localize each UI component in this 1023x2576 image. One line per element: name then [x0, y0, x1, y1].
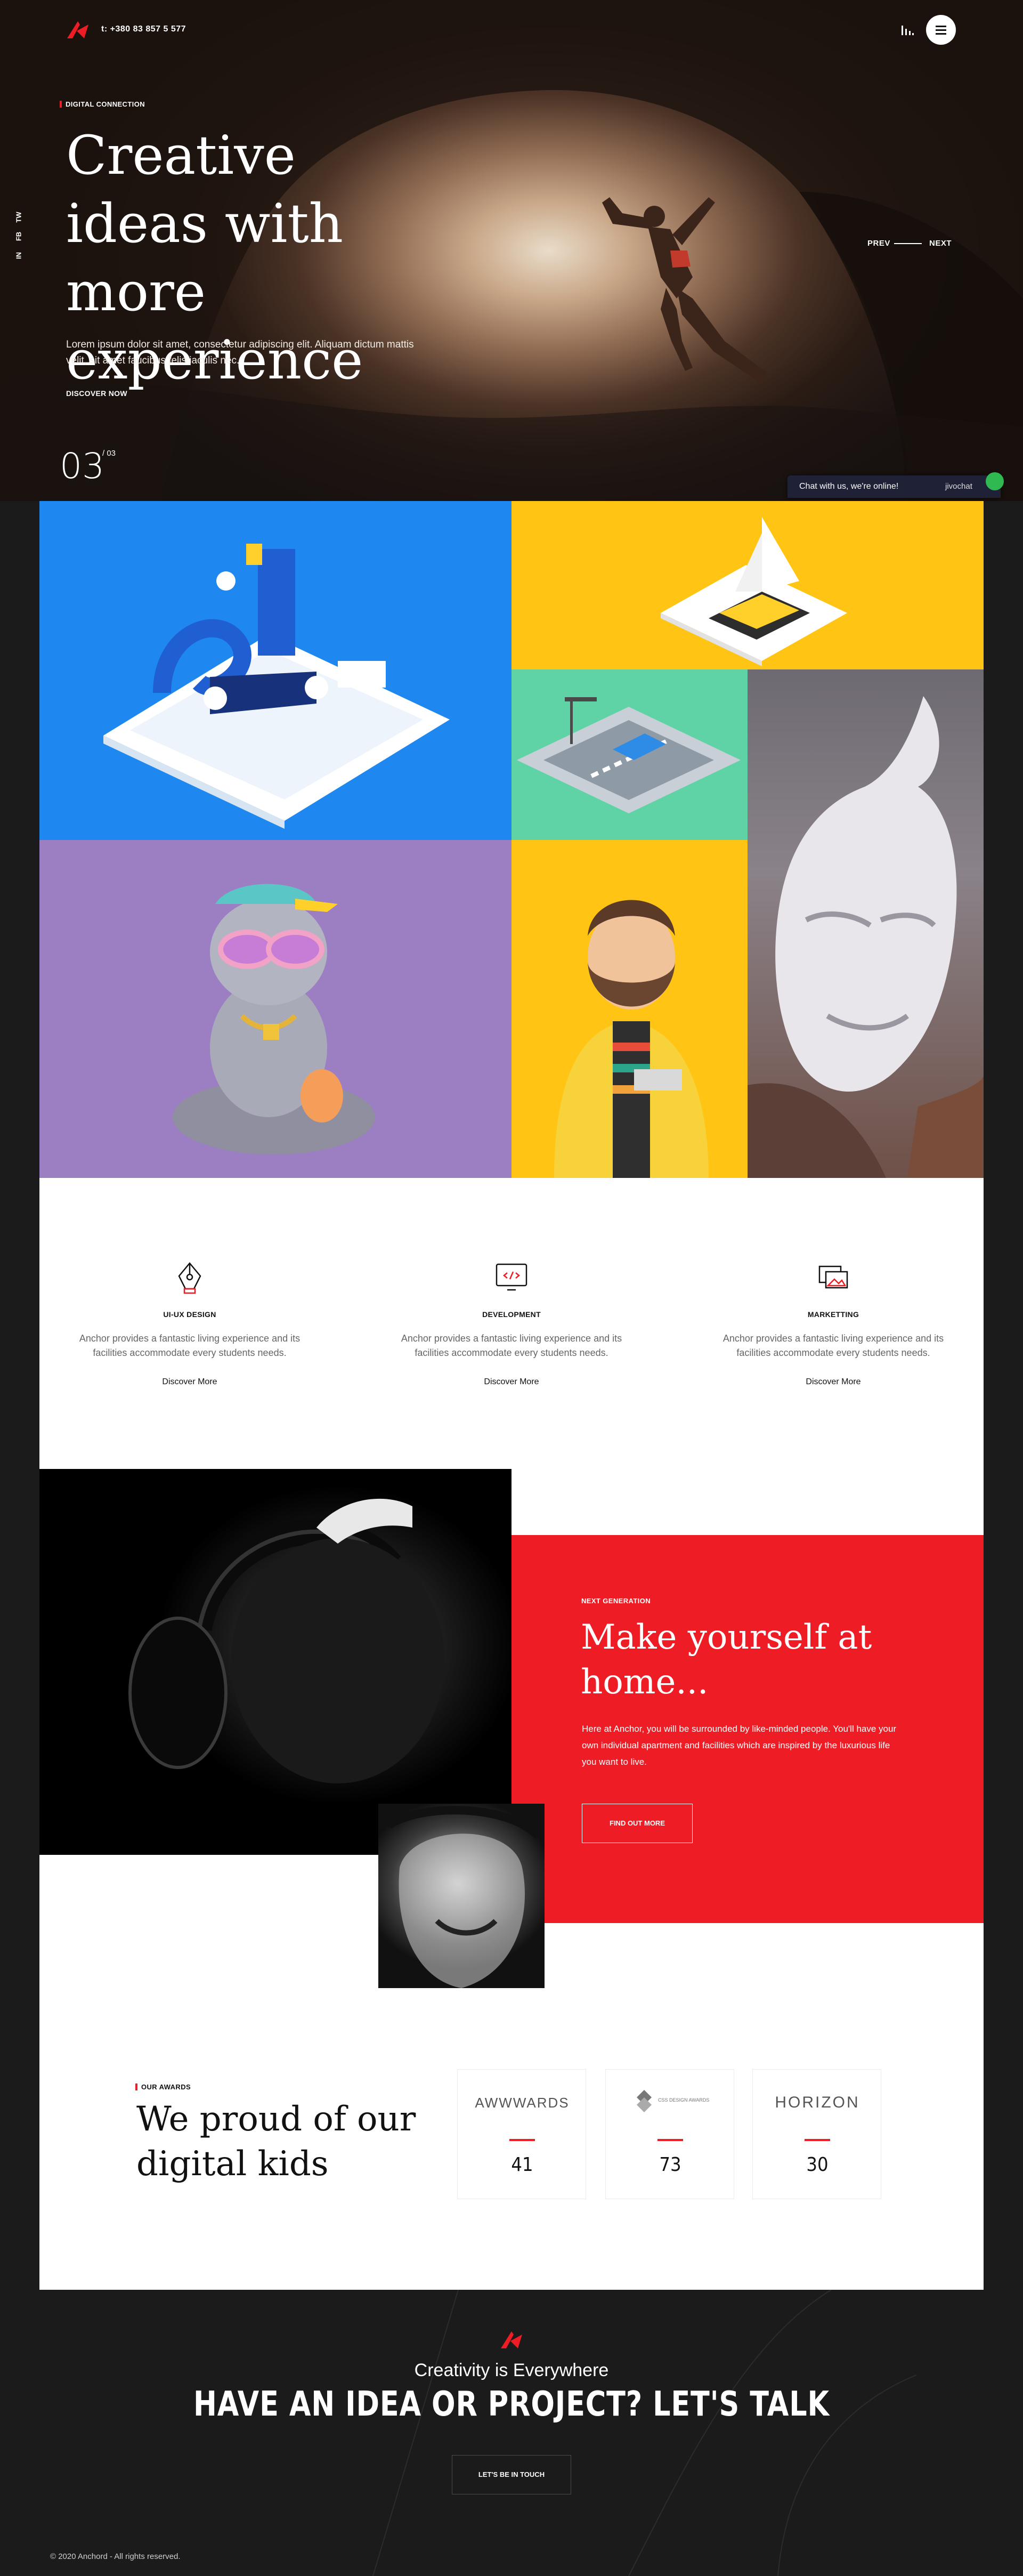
service-title: DEVELOPMENT [482, 1310, 541, 1319]
slide-counter-total: / 03 [102, 449, 116, 458]
next-generation-text: Here at Anchor, you will be surrounded b… [582, 1724, 897, 1767]
slider-next-button[interactable]: NEXT [929, 239, 952, 248]
discover-more-link[interactable]: Discover More [695, 1377, 972, 1387]
hero-eyebrow: DIGITAL CONNECTION [60, 100, 145, 108]
boat-phone-illustration [661, 517, 847, 666]
slider-nav-divider [894, 243, 922, 244]
copyright-text: © 2020 Anchord - All rights reserved. [50, 2552, 181, 2561]
award-divider [509, 2139, 535, 2141]
discover-now-link[interactable]: DISCOVER NOW [66, 389, 127, 398]
car-road-illustration [517, 697, 741, 813]
bearded-man-illustration [554, 900, 709, 1178]
awards-title: We proud of our digital kids [136, 2099, 416, 2184]
hero-section: t: +380 83 857 5 577 TW FB IN DIGITAL CO… [0, 0, 1023, 501]
award-count: 73 [659, 2154, 681, 2176]
girl-with-headphones-photo [378, 1804, 545, 1988]
menu-button[interactable] [926, 15, 956, 45]
award-count: 41 [511, 2154, 533, 2176]
header-phone[interactable]: t: +380 83 857 5 577 [101, 25, 186, 34]
portfolio-item-statue[interactable] [748, 669, 984, 1178]
social-link-in[interactable]: IN [15, 248, 23, 264]
slider-prev-button[interactable]: PREV [867, 239, 890, 248]
service-text: Anchor provides a fantastic living exper… [722, 1333, 944, 1358]
hamburger-icon [936, 26, 946, 27]
portfolio-item-bearded-man[interactable] [512, 840, 748, 1178]
girl-illustration [386, 1806, 541, 1988]
chat-widget[interactable]: Chat with us, we're online! jivochat [787, 472, 1004, 498]
portfolio-item-phone-maze[interactable] [39, 501, 512, 840]
next-generation-title: Make yourself at home... [581, 1618, 872, 1702]
brand-logo[interactable] [66, 19, 90, 41]
service-title: MARKETTING [807, 1310, 859, 1319]
service-title: UI-UX DESIGN [163, 1310, 216, 1319]
award-card-horizon: HORIZON 30 [752, 2069, 881, 2199]
portfolio-item-monkey[interactable] [39, 840, 512, 1178]
hamburger-icon-line [936, 33, 946, 35]
monkey-illustration [173, 884, 375, 1154]
service-text: Anchor provides a fantastic living exper… [401, 1333, 622, 1358]
css-design-awards-logo: CSS DESIGN AWARDS [658, 2097, 710, 2103]
equalizer-icon[interactable] [900, 23, 914, 35]
lets-be-in-touch-button[interactable]: LET'S BE IN TOUCH [452, 2455, 571, 2494]
phone-maze-illustration [103, 544, 450, 829]
service-text: Anchor provides a fantastic living exper… [79, 1333, 301, 1358]
discover-more-link[interactable]: Discover More [373, 1377, 650, 1387]
chat-status-icon [986, 472, 1004, 490]
hamburger-icon-line [936, 29, 946, 31]
footer-subtitle: Creativity is Everywhere [414, 2360, 609, 2380]
award-card-awwwards: AWWWARDS 41 [457, 2069, 586, 2199]
award-divider [805, 2139, 830, 2141]
css-design-awards-icon [637, 2090, 652, 2112]
portfolio-item-boat[interactable] [512, 501, 984, 669]
statue-head-illustration [748, 696, 984, 1178]
portfolio-item-car[interactable] [512, 669, 748, 840]
discover-more-link[interactable]: Discover More [51, 1377, 328, 1387]
chat-widget-text: Chat with us, we're online! [799, 482, 899, 491]
footer-brand-logo [501, 2331, 522, 2348]
hero-text: Lorem ipsum dolor sit amet, consectetur … [66, 339, 414, 366]
footer-title: HAVE AN IDEA OR PROJECT? LET'S TALK [193, 2385, 830, 2424]
awards-eyebrow: OUR AWARDS [135, 2083, 191, 2091]
chat-widget-brand: jivochat [945, 482, 972, 491]
headphones-photo [39, 1469, 512, 1855]
horizon-logo: HORIZON [775, 2094, 860, 2111]
award-count: 30 [806, 2154, 829, 2176]
social-links: TW FB IN [11, 212, 27, 272]
code-monitor-icon [496, 1263, 527, 1291]
pen-tool-icon [178, 1262, 201, 1294]
services-section: UI-UX DESIGN Anchor provides a fantastic… [39, 1178, 984, 1469]
award-card-css-design: CSS DESIGN AWARDS 73 [605, 2069, 734, 2199]
social-link-fb[interactable]: FB [15, 229, 23, 245]
awwwards-logo: AWWWARDS [475, 2095, 570, 2111]
find-out-more-button[interactable]: FIND OUT MORE [582, 1804, 693, 1843]
next-generation-eyebrow: NEXT GENERATION [575, 1597, 651, 1605]
slide-counter: 03 [60, 446, 104, 487]
social-link-tw[interactable]: TW [15, 209, 23, 225]
award-divider [657, 2139, 683, 2141]
gallery-icon [818, 1265, 848, 1289]
headphones-illustration [128, 1498, 444, 1783]
